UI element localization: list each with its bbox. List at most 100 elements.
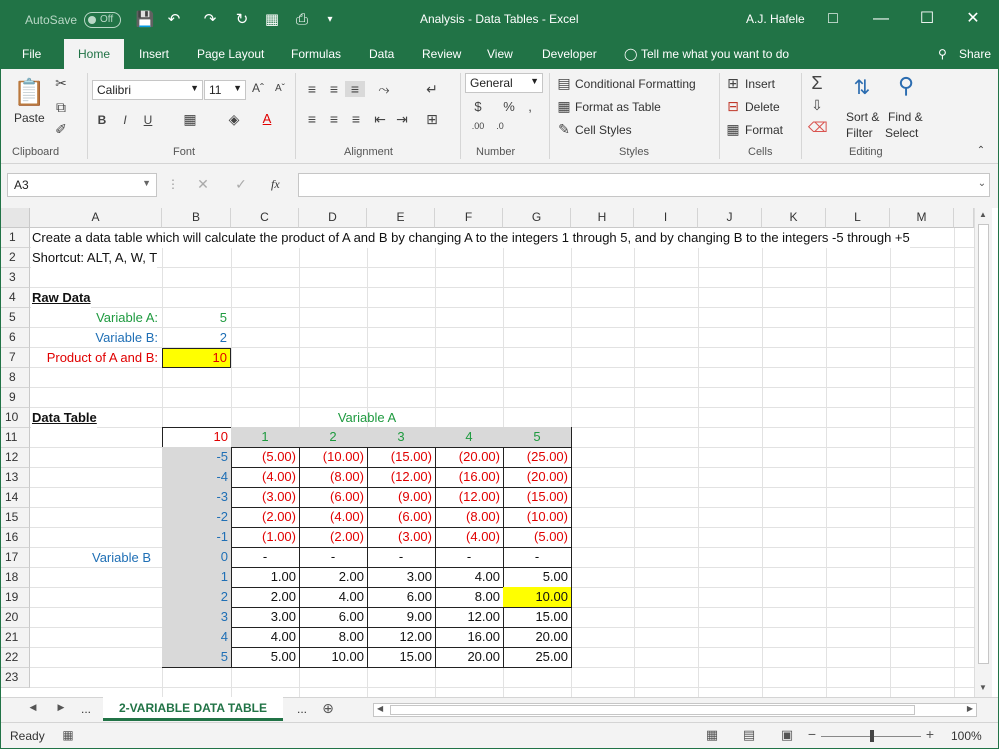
scroll-down-icon[interactable]: ▼ — [979, 683, 987, 692]
scroll-up-icon[interactable]: ▲ — [979, 210, 987, 219]
clear-icon[interactable]: ⌫ — [808, 119, 828, 136]
insert-button[interactable]: Insert — [745, 77, 775, 91]
column-header[interactable]: L — [826, 208, 890, 228]
tell-me-search[interactable]: Tell me what you want to do — [641, 39, 789, 69]
data-table-result-cell[interactable]: (6.00) — [299, 487, 368, 508]
data-table-result-cell[interactable]: 15.00 — [367, 647, 436, 668]
data-table-result-cell[interactable]: 6.00 — [367, 587, 436, 608]
decrease-indent-icon[interactable]: ⇤ — [371, 111, 389, 128]
format-painter-icon[interactable]: ✐ — [53, 121, 69, 138]
more-sheets-left[interactable]: ... — [81, 702, 91, 716]
select-all-corner[interactable] — [1, 208, 30, 228]
data-table-result-cell[interactable]: 4.00 — [231, 627, 300, 648]
data-table-b-value[interactable]: -1 — [162, 527, 232, 548]
data-table-b-value[interactable]: 2 — [162, 587, 232, 608]
sort-filter-label-2[interactable]: Filter — [846, 126, 873, 140]
data-table-b-value[interactable]: -3 — [162, 487, 232, 508]
column-header[interactable]: B — [162, 208, 231, 228]
data-table-result-cell[interactable]: 5.00 — [231, 647, 300, 668]
row-header[interactable]: 12 — [1, 448, 30, 468]
autosave-toggle[interactable]: Off — [84, 12, 121, 28]
data-table-formula-cell[interactable]: 10 — [162, 427, 232, 448]
data-table-result-cell[interactable]: 10.00 — [299, 647, 368, 668]
align-middle-icon[interactable]: ≡ — [325, 81, 343, 97]
row-header[interactable]: 15 — [1, 508, 30, 528]
scroll-left-icon[interactable]: ◀ — [377, 704, 383, 713]
align-top-icon[interactable]: ≡ — [303, 81, 321, 97]
print-preview-icon[interactable]: ⎙ — [291, 9, 313, 31]
data-table-result-cell[interactable]: (20.00) — [435, 447, 504, 468]
data-table-b-value[interactable]: -5 — [162, 447, 232, 468]
column-header[interactable]: G — [503, 208, 571, 228]
delete-button[interactable]: Delete — [745, 100, 780, 114]
data-table-result-cell[interactable]: (15.00) — [503, 487, 572, 508]
sort-filter-icon[interactable]: ⇅ — [846, 75, 878, 100]
data-table-result-cell[interactable]: 12.00 — [367, 627, 436, 648]
prev-sheet-icon[interactable]: ◀ — [27, 702, 39, 713]
column-header[interactable]: K — [762, 208, 826, 228]
cell-a2[interactable]: Shortcut: ALT, A, W, T — [31, 248, 158, 268]
copy-icon[interactable]: ⧉ — [53, 99, 69, 116]
row-header[interactable]: 3 — [1, 268, 30, 288]
cell-variable-b-value[interactable]: 2 — [163, 328, 230, 348]
tab-developer[interactable]: Developer — [542, 39, 597, 69]
fill-color-icon[interactable]: ◈ — [225, 111, 243, 128]
zoom-out-icon[interactable]: − — [807, 726, 817, 742]
data-table-result-cell[interactable]: 6.00 — [299, 607, 368, 628]
align-right-icon[interactable]: ≡ — [347, 111, 365, 127]
cell-variable-a-value[interactable]: 5 — [163, 308, 230, 328]
format-as-table-button[interactable]: Format as Table — [575, 100, 661, 114]
data-table-result-cell[interactable]: (4.00) — [299, 507, 368, 528]
more-sheets-right[interactable]: ... — [297, 702, 307, 716]
zoom-level[interactable]: 100% — [951, 729, 982, 743]
data-table-result-cell[interactable]: 2.00 — [299, 567, 368, 588]
data-table-result-cell[interactable]: 25.00 — [503, 647, 572, 668]
expand-formula-bar-icon[interactable]: ⌄ — [976, 178, 988, 189]
data-table-result-cell[interactable]: (5.00) — [231, 447, 300, 468]
data-table-result-cell[interactable]: (5.00) — [503, 527, 572, 548]
customize-qat-icon[interactable]: ▾ — [319, 9, 341, 31]
row-header[interactable]: 11 — [1, 428, 30, 448]
cell-product-value[interactable]: 10 — [162, 348, 231, 368]
conditional-formatting-button[interactable]: Conditional Formatting — [575, 77, 696, 91]
row-header[interactable]: 21 — [1, 628, 30, 648]
close-icon[interactable]: ✕ — [960, 7, 986, 31]
increase-decimal-icon[interactable]: .00 — [469, 121, 487, 131]
data-table-b-value[interactable]: 1 — [162, 567, 232, 588]
data-table-result-cell[interactable]: (12.00) — [367, 467, 436, 488]
data-table-b-value[interactable]: 0 — [162, 547, 232, 568]
data-table-result-cell[interactable]: - — [299, 547, 368, 568]
data-table-result-cell[interactable]: (8.00) — [299, 467, 368, 488]
data-table-result-cell[interactable]: (16.00) — [435, 467, 504, 488]
wrap-text-icon[interactable]: ↵ — [423, 81, 441, 98]
data-table-result-cell[interactable]: 20.00 — [435, 647, 504, 668]
data-table-result-cell[interactable]: (3.00) — [367, 527, 436, 548]
data-table-a-value[interactable]: 1 — [231, 427, 300, 448]
sort-filter-label-1[interactable]: Sort & — [846, 110, 879, 124]
save-icon[interactable]: 💾 — [134, 9, 156, 31]
merge-center-icon[interactable]: ⊞ — [423, 111, 441, 128]
find-select-icon[interactable]: ⚲ — [890, 73, 922, 99]
row-header[interactable]: 20 — [1, 608, 30, 628]
italic-icon[interactable]: I — [118, 113, 132, 127]
data-table-result-cell[interactable]: - — [367, 547, 436, 568]
orientation-icon[interactable]: ⤳ — [373, 81, 395, 98]
data-table-result-cell[interactable]: 12.00 — [435, 607, 504, 628]
cancel-icon[interactable]: ✕ — [195, 176, 211, 193]
data-table-b-value[interactable]: -4 — [162, 467, 232, 488]
column-header[interactable]: D — [299, 208, 367, 228]
row-header[interactable]: 19 — [1, 588, 30, 608]
tab-formulas[interactable]: Formulas — [291, 39, 341, 69]
data-table-result-cell[interactable]: (10.00) — [299, 447, 368, 468]
data-table-a-value[interactable]: 2 — [299, 427, 368, 448]
currency-icon[interactable]: $ — [471, 99, 485, 114]
tab-insert[interactable]: Insert — [139, 39, 169, 69]
paste-icon[interactable]: 📋 — [13, 77, 45, 111]
data-table-result-cell[interactable]: 20.00 — [503, 627, 572, 648]
data-table-b-value[interactable]: -2 — [162, 507, 232, 528]
data-table[interactable]: 10 1 2 3 4 5 -5 (5.00) (10.00) (15.00) (20.00) (25.… — [162, 427, 572, 668]
cell-variable-a-header[interactable]: Variable A — [299, 408, 435, 428]
collapse-ribbon-icon[interactable]: ⌃ — [975, 145, 987, 156]
refresh-icon[interactable]: ↻ — [231, 9, 253, 31]
data-table-result-cell[interactable]: 16.00 — [435, 627, 504, 648]
